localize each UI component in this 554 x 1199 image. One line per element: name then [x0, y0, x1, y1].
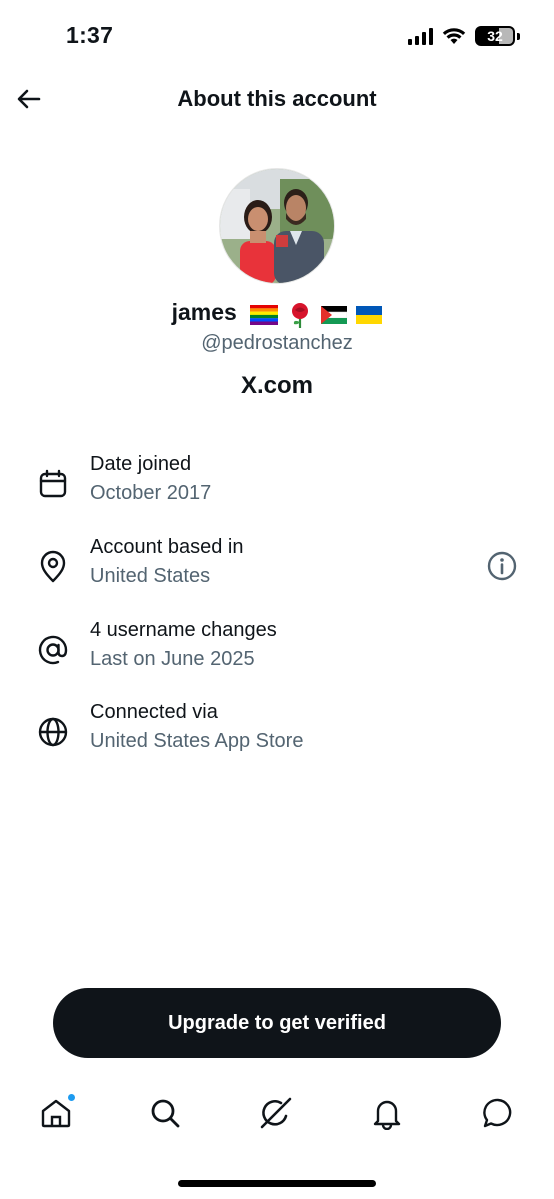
- name-emojis: [247, 300, 383, 328]
- info-row-date-joined: Date joined October 2017: [0, 453, 554, 523]
- grok-icon: [260, 1097, 292, 1129]
- notifications-icon: [373, 1100, 401, 1131]
- search-icon: [151, 1099, 180, 1128]
- info-row-account-based: Account based in United States: [0, 536, 554, 606]
- status-icons: 32: [408, 26, 520, 46]
- avatar[interactable]: [219, 168, 335, 284]
- home-indicator: [178, 1180, 376, 1187]
- battery-icon: 32: [475, 26, 515, 46]
- tab-notifications[interactable]: [370, 1096, 404, 1131]
- new-content-dot: [67, 1093, 76, 1102]
- globe-icon: [38, 717, 68, 747]
- info-row-username-changes: 4 username changes Last on June 2025: [0, 619, 554, 689]
- info-subtitle: United States App Store: [90, 730, 304, 752]
- cellular-signal-icon: [408, 27, 433, 45]
- palestine-flag-icon: [321, 305, 347, 324]
- info-title: 4 username changes: [90, 619, 277, 641]
- display-name-text: james: [171, 299, 237, 325]
- tab-grok[interactable]: [259, 1096, 293, 1130]
- info-subtitle: Last on June 2025: [90, 648, 255, 670]
- tab-messages[interactable]: [481, 1096, 515, 1130]
- about-account-screen: 1:37 32 About this account james @pedros…: [0, 0, 554, 1199]
- calendar-icon: [39, 469, 67, 498]
- page-title: About this account: [177, 86, 377, 111]
- ukraine-flag-icon: [356, 305, 383, 324]
- rose-icon: [291, 302, 308, 328]
- info-subtitle: October 2017: [90, 482, 212, 504]
- info-row-connected-via: Connected via United States App Store: [0, 701, 554, 771]
- tab-home[interactable]: [39, 1093, 76, 1130]
- upgrade-verified-button[interactable]: Upgrade to get verified: [53, 988, 501, 1058]
- location-pin-icon: [40, 550, 66, 583]
- tab-search[interactable]: [148, 1096, 182, 1130]
- site-label: X.com: [240, 372, 314, 399]
- info-icon[interactable]: [486, 550, 518, 582]
- info-title: Connected via: [90, 701, 218, 723]
- display-name: james: [0, 299, 554, 328]
- rainbow-flag-icon: [250, 304, 279, 325]
- info-title: Date joined: [90, 453, 192, 475]
- username-handle: @pedrostanchez: [201, 332, 353, 354]
- battery-level: 32: [487, 28, 503, 44]
- wifi-icon: [442, 28, 466, 44]
- at-sign-icon: [38, 635, 68, 665]
- status-time: 1:37: [66, 22, 114, 48]
- messages-icon: [483, 1098, 512, 1128]
- info-title: Account based in: [90, 536, 244, 558]
- info-subtitle: United States: [90, 565, 211, 587]
